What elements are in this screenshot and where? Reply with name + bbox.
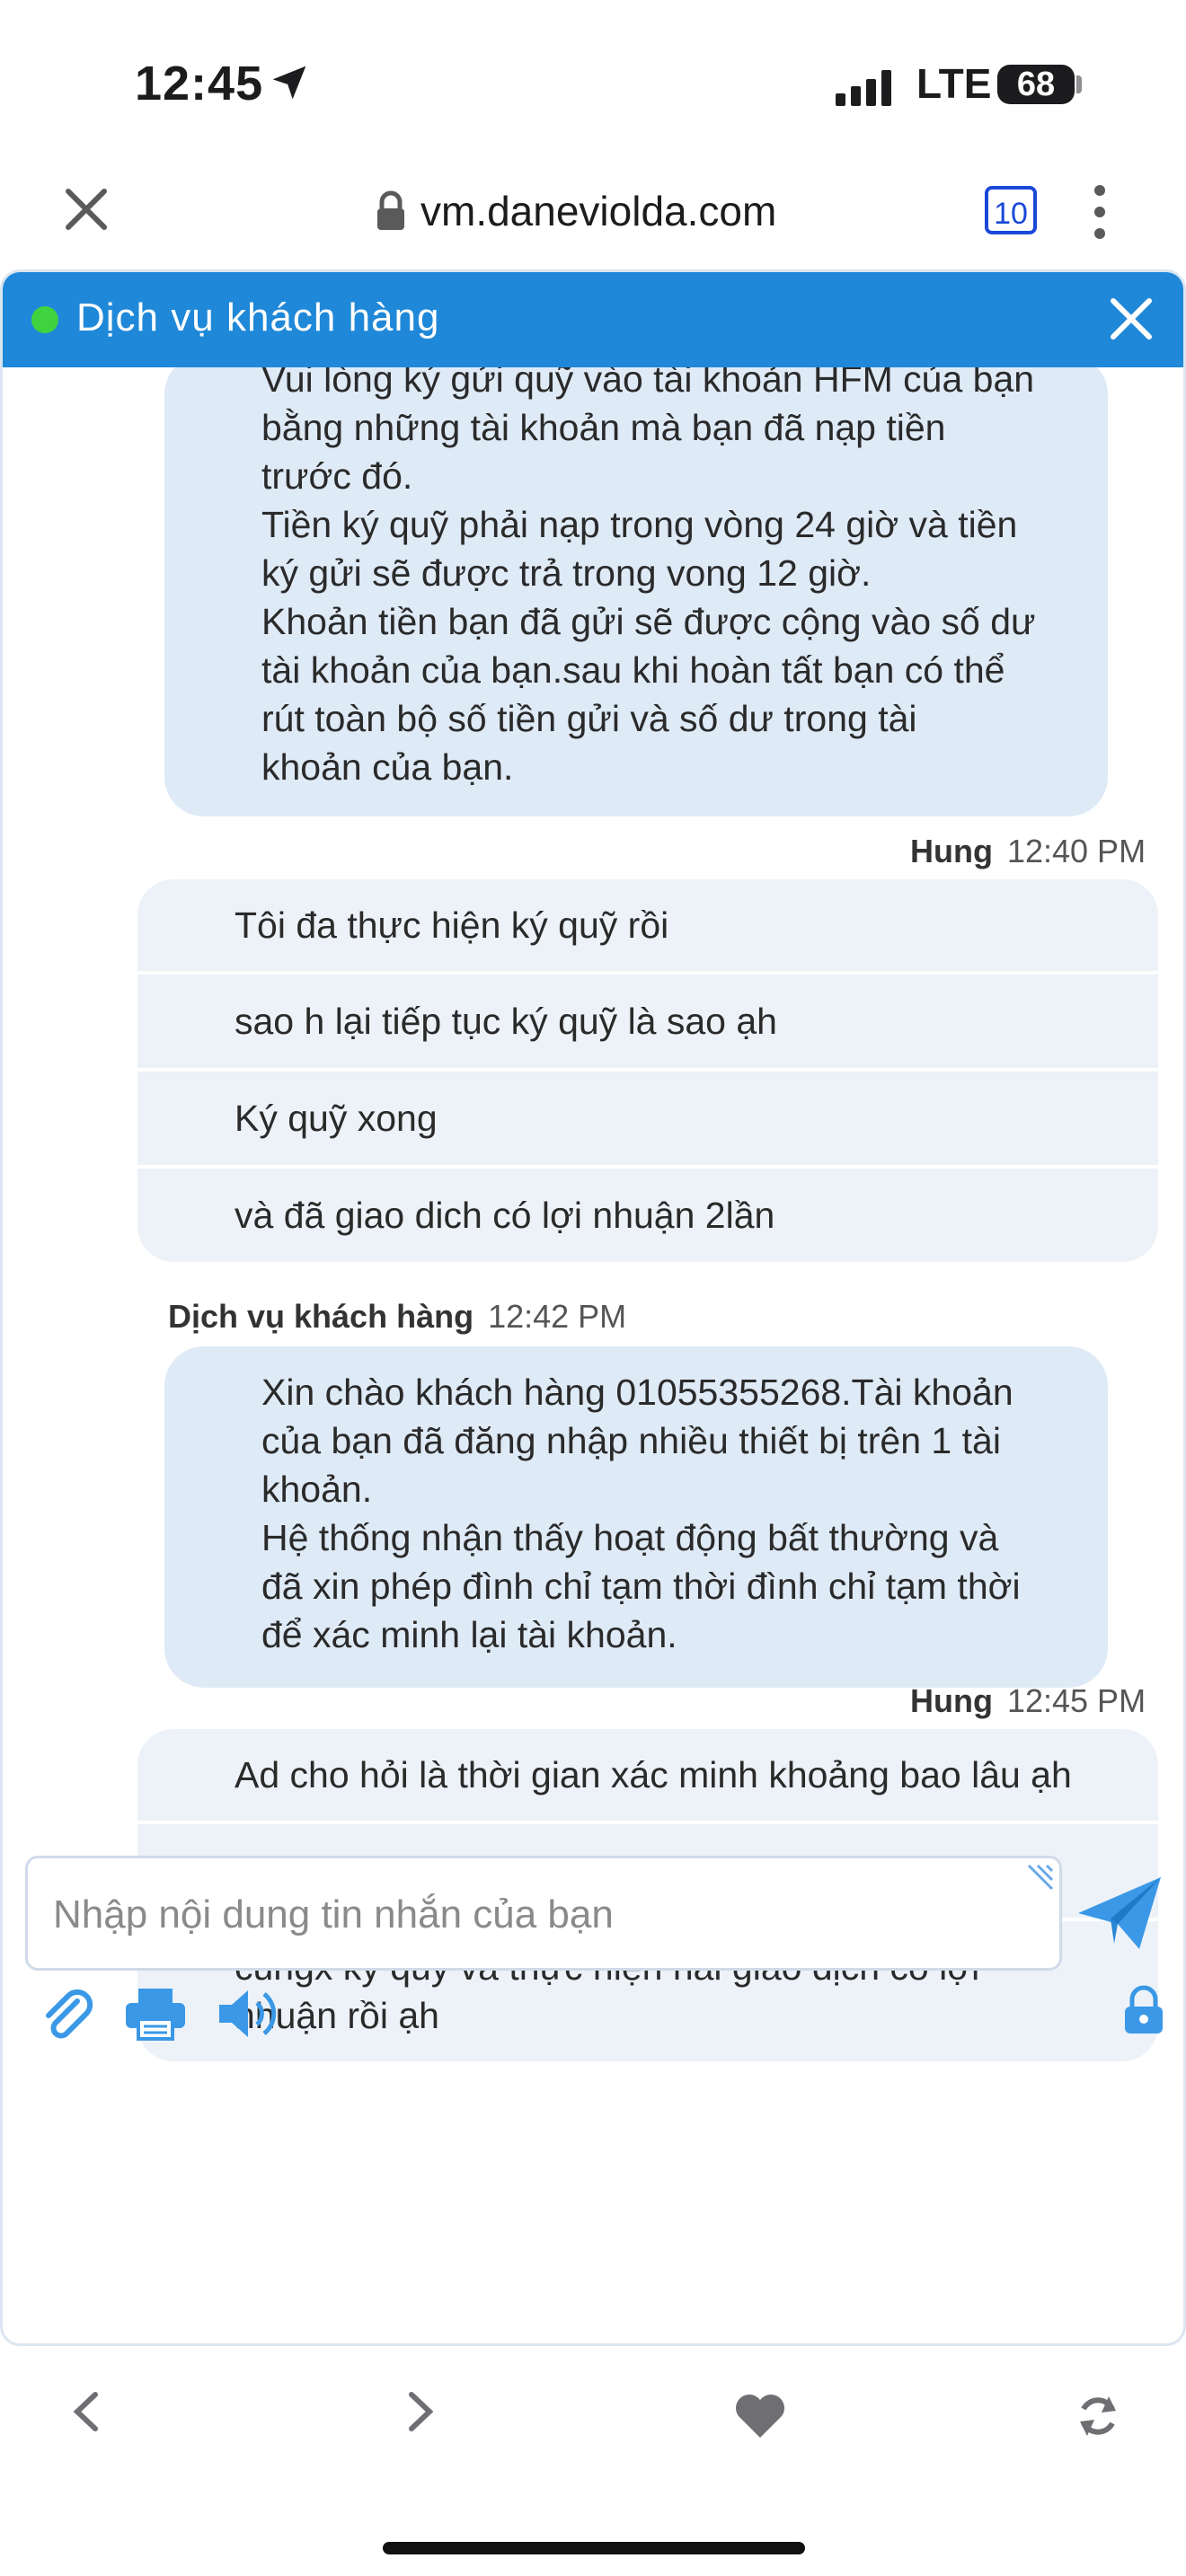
chat-header: Dịch vụ khách hàng bbox=[3, 272, 1183, 367]
message-line: bằng những tài khoản mà bạn đã nạp tiền bbox=[261, 407, 946, 448]
message-text: Ký quỹ xong bbox=[235, 1098, 438, 1139]
message-line: đã xin phép đình chỉ tạm thời đình chỉ t… bbox=[261, 1566, 1021, 1607]
forward-chevron-icon[interactable] bbox=[404, 2389, 437, 2434]
network-type: LTE bbox=[916, 60, 992, 107]
battery-indicator: 68 bbox=[997, 65, 1075, 104]
agent-message: Xin chào khách hàng 01055355268.Tài khoả… bbox=[164, 1346, 1108, 1688]
battery-tip bbox=[1076, 75, 1082, 93]
paperclip-icon[interactable] bbox=[38, 1985, 95, 2042]
address-bar[interactable]: vm.danevioldа.com bbox=[376, 184, 776, 238]
message-line: khoản của bạn. bbox=[261, 746, 514, 788]
message-line: rút toàn bộ số tiền gửi và số dư trong t… bbox=[261, 698, 917, 739]
user-message: và đã giao dich có lợi nhuận 2lần bbox=[137, 1169, 1158, 1262]
message-text: sao h lại tiếp tục ký quỹ là sao ạh bbox=[235, 1001, 777, 1042]
message-line: Xin chào khách hàng 01055355268.Tài khoả… bbox=[261, 1372, 1013, 1413]
message-meta: Hung 12:40 PM bbox=[910, 833, 1146, 870]
message-line: Vui lòng ký gửi quỹ vào tài khoản HFM củ… bbox=[261, 367, 1035, 400]
message-line: ký gửi sẽ được trả trong vong 12 giờ. bbox=[261, 552, 872, 594]
user-message: Ký quỹ xong bbox=[137, 1072, 1158, 1169]
message-line: trước đó. bbox=[261, 455, 413, 497]
message-text: Ad cho hỏi là thời gian xác minh khoảng … bbox=[235, 1754, 1072, 1795]
tabs-button[interactable]: 10 bbox=[985, 186, 1037, 234]
back-chevron-icon[interactable] bbox=[70, 2389, 102, 2434]
message-text: Tôi đa thực hiện ký quỹ rồi bbox=[235, 904, 669, 946]
sender-name: Hung bbox=[910, 1682, 993, 1719]
online-status-dot bbox=[31, 306, 58, 333]
message-line: Khoản tiền bạn đã gửi sẽ được cộng vào s… bbox=[261, 601, 1036, 642]
message-time: 12:40 PM bbox=[1006, 833, 1146, 869]
signal-bars-icon bbox=[836, 70, 891, 106]
user-message: Ad cho hỏi là thời gian xác minh khoảng … bbox=[137, 1729, 1158, 1824]
printer-icon[interactable] bbox=[124, 1985, 187, 2042]
lock-icon bbox=[377, 190, 404, 230]
paper-plane-icon[interactable] bbox=[1075, 1872, 1164, 1954]
message-time: 12:45 PM bbox=[1006, 1682, 1146, 1719]
sender-name: Hung bbox=[910, 833, 993, 869]
close-chat-icon[interactable] bbox=[1106, 294, 1156, 344]
message-input[interactable] bbox=[51, 1887, 1025, 1943]
resize-handle-icon[interactable] bbox=[1025, 1862, 1056, 1892]
heart-icon[interactable] bbox=[733, 2393, 787, 2439]
location-arrow-icon bbox=[272, 66, 306, 100]
message-meta: Hung 12:45 PM bbox=[910, 1682, 1146, 1720]
lock-icon[interactable] bbox=[1123, 1985, 1164, 2035]
status-bar: 12:45 LTE 68 bbox=[0, 0, 1186, 171]
message-line: để xác minh lại tài khoản. bbox=[261, 1614, 677, 1655]
user-message-group: Tôi đa thực hiện ký quỹ rồi sao h lại ti… bbox=[137, 879, 1158, 1262]
close-browser-icon[interactable] bbox=[61, 184, 111, 234]
message-line: Tiền ký quỹ phải nạp trong vòng 24 giờ v… bbox=[261, 504, 1018, 545]
more-menu-icon[interactable] bbox=[1089, 183, 1111, 241]
sender-name: Dịch vụ khách hàng bbox=[168, 1298, 474, 1335]
message-line: khoản. bbox=[261, 1469, 373, 1510]
url-text: vm.danevioldа.com bbox=[420, 188, 777, 234]
refresh-icon[interactable] bbox=[1073, 2393, 1123, 2439]
user-message: sao h lại tiếp tục ký quỹ là sao ạh bbox=[137, 975, 1158, 1072]
message-list[interactable]: Vui lòng ký gửi quỹ vào tài khoản HFM củ… bbox=[3, 367, 1183, 2092]
message-text: và đã giao dich có lợi nhuận 2lần bbox=[235, 1195, 775, 1236]
message-input-box[interactable] bbox=[25, 1856, 1062, 1971]
user-message: Tôi đa thực hiện ký quỹ rồi bbox=[137, 879, 1158, 975]
agent-message: Vui lòng ký gửi quỹ vào tài khoản HFM củ… bbox=[164, 367, 1108, 816]
home-indicator[interactable] bbox=[383, 2542, 805, 2554]
speaker-icon[interactable] bbox=[216, 1985, 280, 2042]
message-time: 12:42 PM bbox=[488, 1298, 627, 1335]
message-line: tài khoản của bạn.sau khi hoàn tất bạn c… bbox=[261, 649, 1005, 691]
message-line: của bạn đã đăng nhập nhiều thiết bị trên… bbox=[261, 1420, 1001, 1461]
message-meta: Dịch vụ khách hàng 12:42 PM bbox=[168, 1298, 626, 1336]
clock: 12:45 bbox=[135, 57, 264, 110]
chat-title: Dịch vụ khách hàng bbox=[76, 296, 440, 340]
message-line: Hệ thống nhận thấy hoạt động bất thường … bbox=[261, 1517, 999, 1558]
